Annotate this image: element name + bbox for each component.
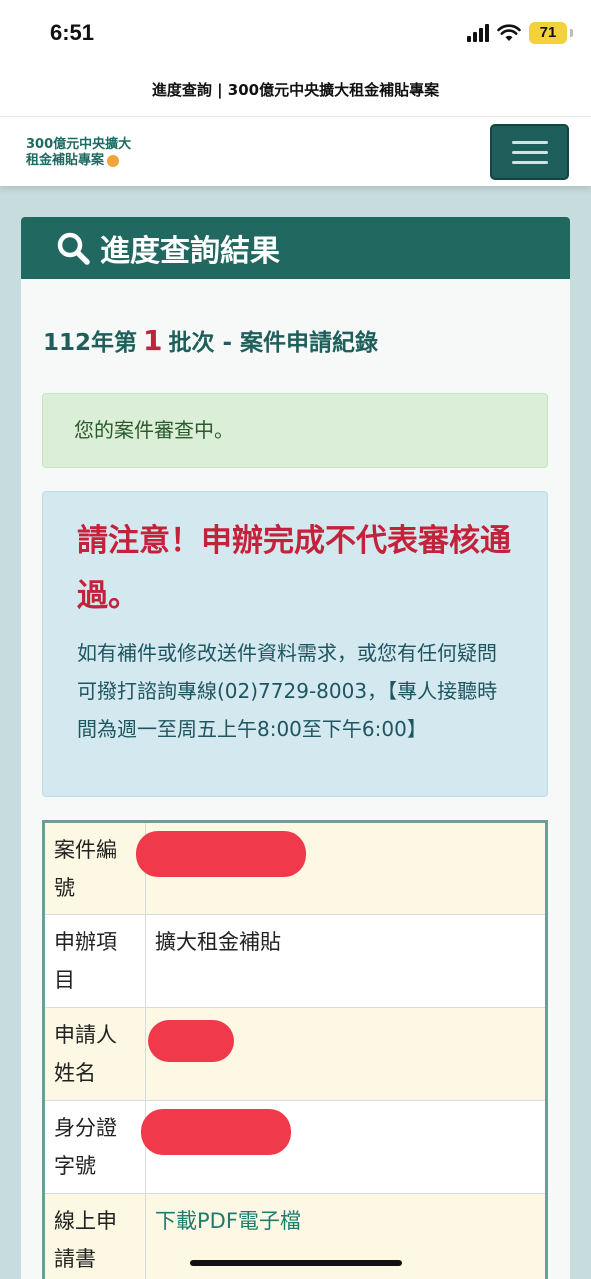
application-form-value: 下載PDF電子檔 [145,1193,547,1279]
batch-prefix: 112年第 [43,330,138,356]
table-row: 案件編號 [43,821,547,915]
row-label: 身分證字號 [43,1100,146,1194]
site-header: 300億元中央擴大 租金補貼專案 [0,116,591,186]
cellular-signal-icon [467,24,489,42]
row-label: 申請人姓名 [43,1007,146,1101]
browser-page-title: 進度查詢 | 300億元中央擴大租金補貼專案 [0,68,591,116]
batch-title: 112年第 1 批次 - 案件申請紀錄 [43,323,378,357]
application-item-value: 擴大租金補貼 [145,914,547,1008]
row-label: 案件編號 [43,821,146,915]
redaction-mark [136,831,306,877]
row-label: 申辦項目 [43,914,146,1008]
id-number-value [141,1100,547,1194]
download-pdf-link[interactable]: 下載PDF電子檔 [155,1209,301,1233]
notice-line1: 如有補件或修改送件資料需求，或您有任何疑問 [77,641,497,665]
logo-badge-icon [107,155,120,167]
table-row: 身分證字號 [43,1100,547,1194]
status-icons: 71 [467,22,573,44]
wifi-icon [497,24,521,41]
row-label: 線上申請書 [43,1193,146,1279]
home-indicator[interactable] [190,1260,402,1266]
notice-body: 如有補件或修改送件資料需求，或您有任何疑問 可撥打諮詢專線(02)7729-80… [77,634,517,748]
logo-line2-text: 租金補貼專案 [26,153,105,168]
table-row: 申請人姓名 [43,1007,547,1101]
redaction-mark [148,1020,234,1062]
notice-line2: 可撥打諮詢專線(02)7729-8003，【專人接聽時間為週一至周五上午8:00… [77,679,498,741]
hamburger-icon [512,141,548,144]
card-title: 進度查詢結果 [100,234,280,269]
logo-line1: 300億元中央擴大 [26,137,132,152]
table-row: 線上申請書 下載PDF電子檔 [43,1193,547,1279]
status-time: 6:51 [50,20,95,45]
logo-line2: 租金補貼專案 [26,153,131,169]
batch-number: 1 [143,324,163,357]
notice-alert: 請注意！申辦完成不代表審核通過。 如有補件或修改送件資料需求，或您有任何疑問 可… [42,491,548,797]
table-row: 申辦項目 擴大租金補貼 [43,914,547,1008]
battery-icon: 71 [529,22,573,44]
card-header: 進度查詢結果 [21,217,570,279]
site-logo[interactable]: 300億元中央擴大 租金補貼專案 [26,137,131,169]
hamburger-menu-button[interactable] [490,124,569,180]
redaction-mark [141,1109,291,1155]
status-alert: 您的案件審查中。 [42,393,548,468]
status-bar: 6:51 71 [0,0,591,68]
case-number-value [136,821,547,915]
batch-suffix: 批次 - 案件申請紀錄 [168,330,379,356]
notice-warning: 請注意！申辦完成不代表審核通過。 [77,523,511,614]
search-icon [57,232,90,265]
case-info-table: 案件編號 申辦項目 擴大租金補貼 申請人姓名 身分證字號 線上申請書 下載PDF… [42,820,548,1279]
applicant-name-value [145,1007,547,1101]
progress-result-card: 進度查詢結果 112年第 1 批次 - 案件申請紀錄 您的案件審查中。 請注意！申辦… [21,217,570,1279]
